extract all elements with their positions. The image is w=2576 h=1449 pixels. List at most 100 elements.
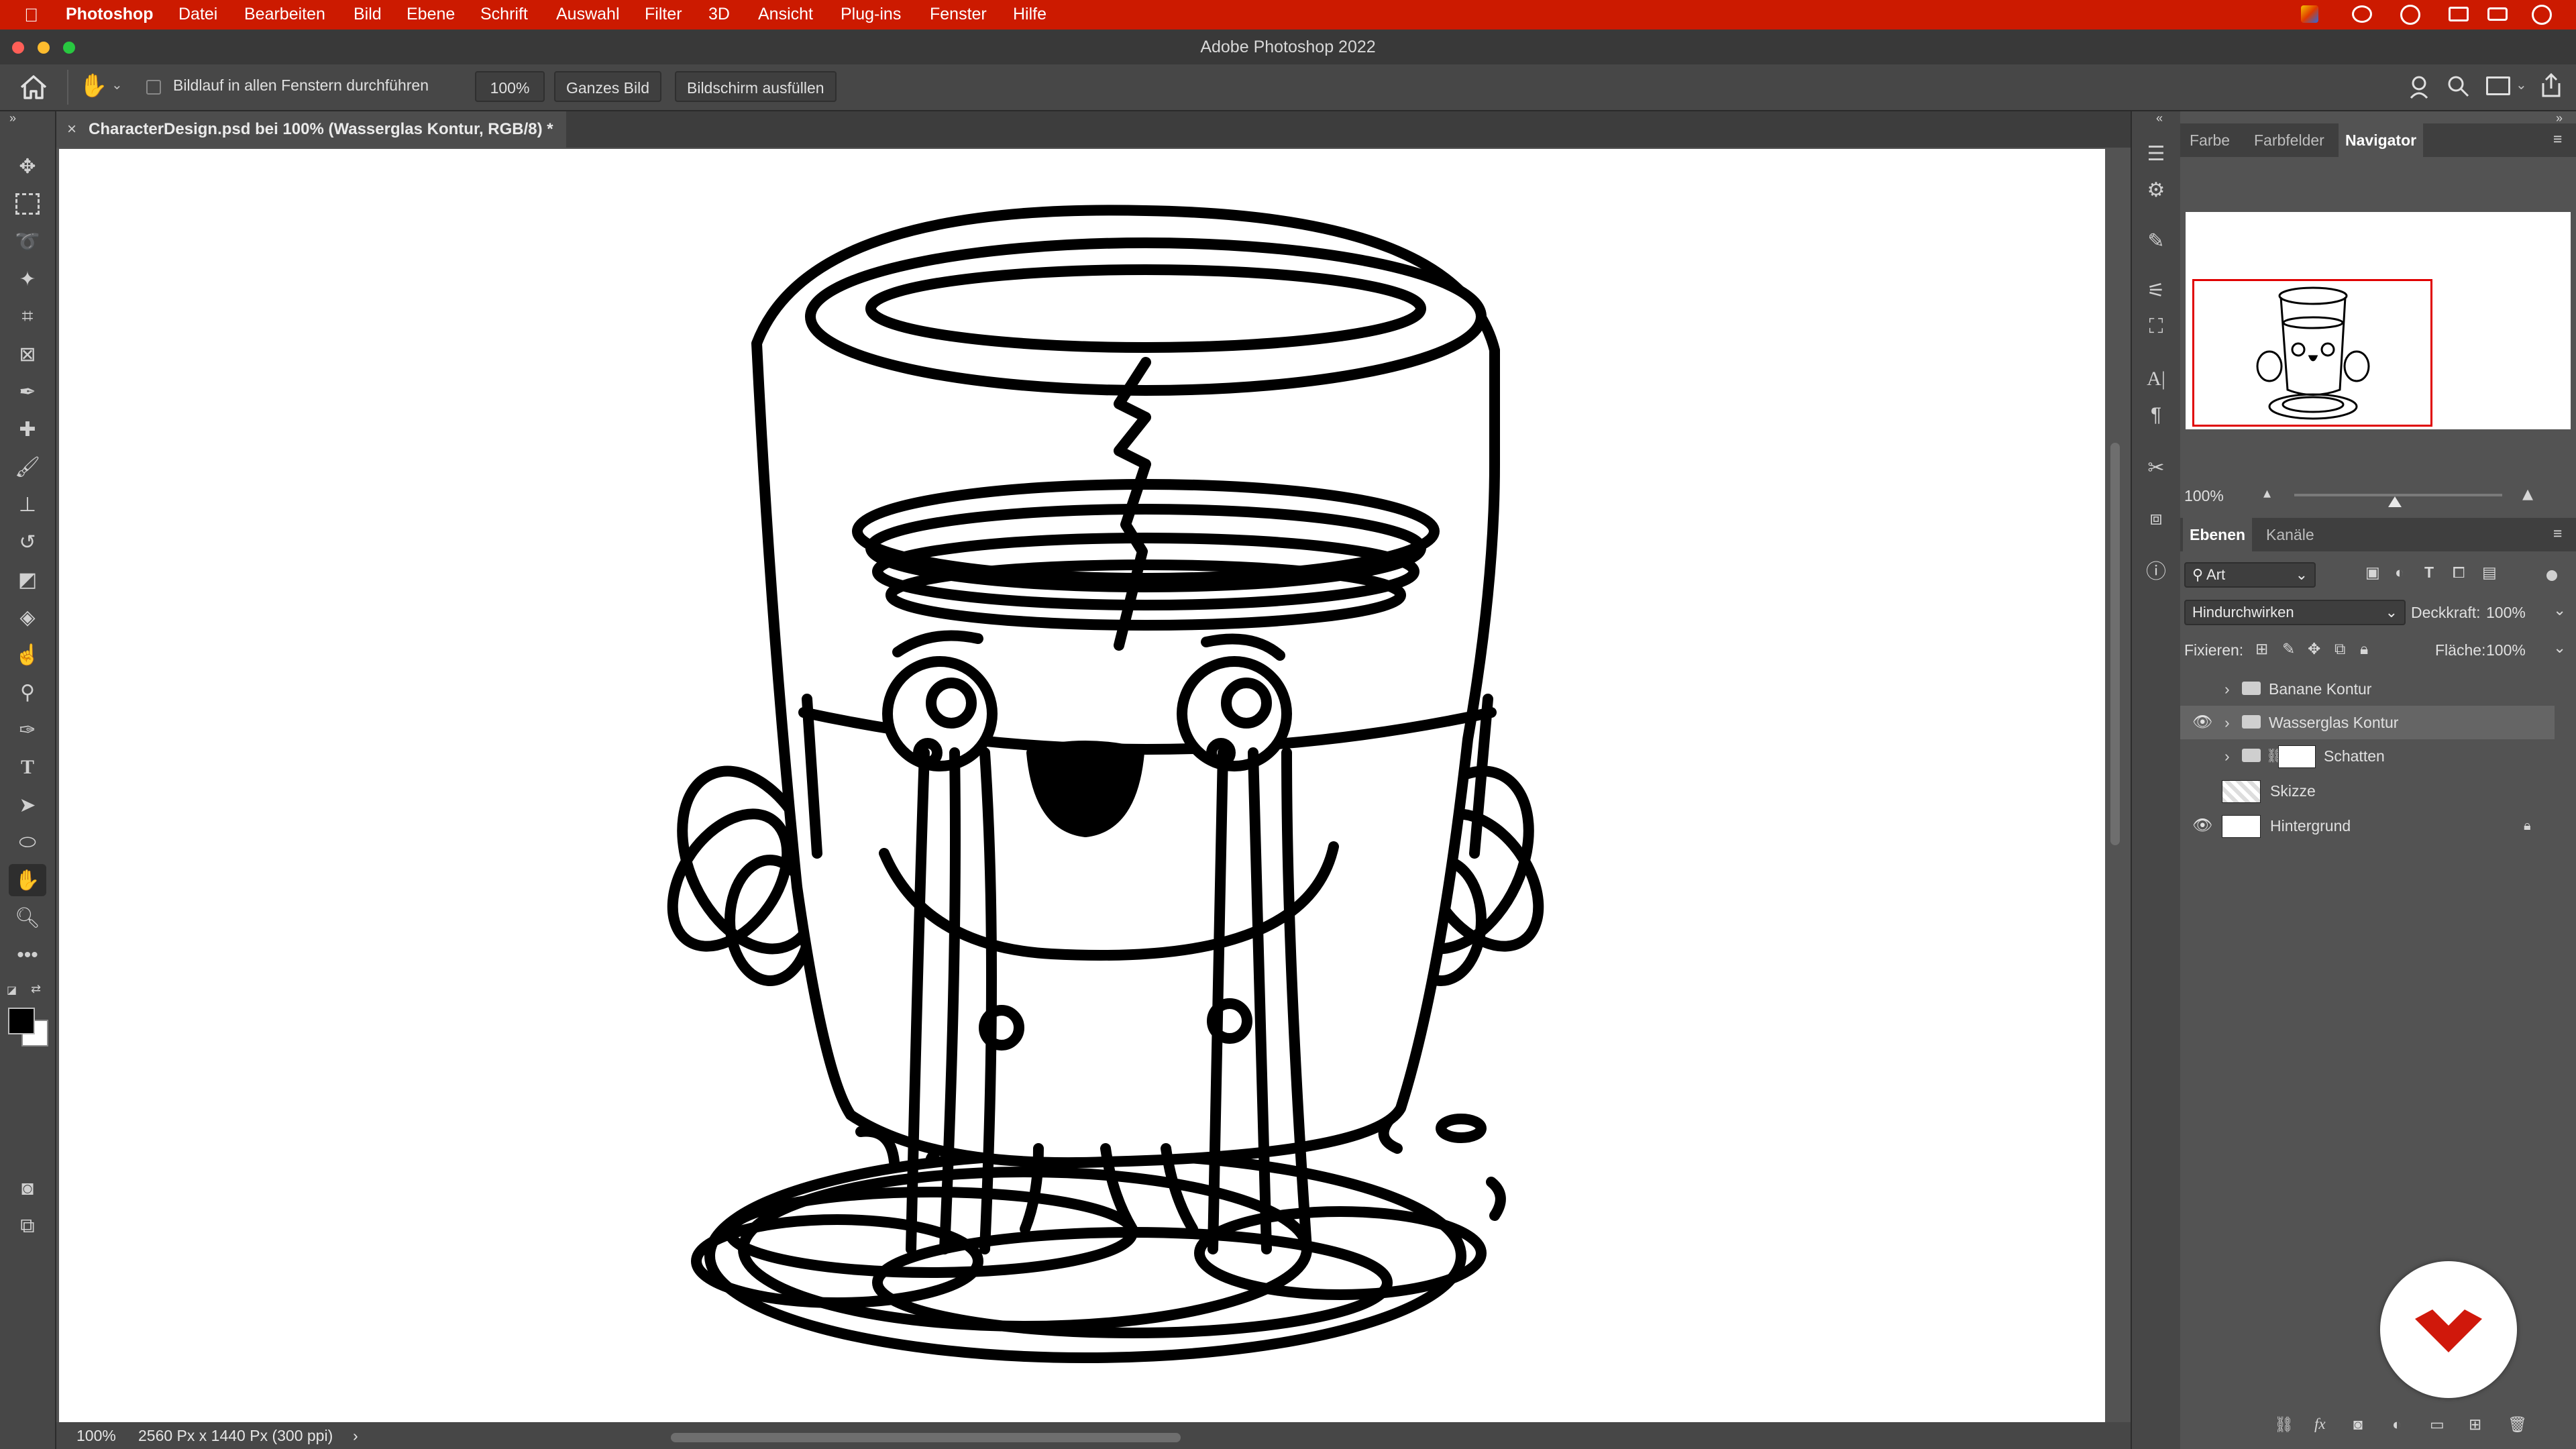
eyedropper-tool-icon[interactable]: ✒ bbox=[9, 376, 46, 408]
close-window-button[interactable] bbox=[12, 42, 24, 54]
filter-smart-object-icon[interactable]: ▤ bbox=[2482, 564, 2497, 582]
fill-value[interactable]: 100% bbox=[2486, 641, 2526, 659]
adjustments-panel-icon[interactable]: ⚙ bbox=[2139, 174, 2174, 205]
document-canvas[interactable] bbox=[59, 149, 2105, 1422]
opacity-value[interactable]: 100% bbox=[2486, 604, 2526, 622]
menu-photoshop[interactable]: Photoshop bbox=[66, 5, 154, 24]
apple-icon[interactable]:  bbox=[24, 5, 38, 26]
lasso-tool-icon[interactable]: ➰ bbox=[9, 225, 46, 258]
menu-filter[interactable]: Filter bbox=[645, 5, 682, 24]
panel-menu-icon[interactable]: ≡ bbox=[2553, 130, 2562, 148]
libraries-panel-icon[interactable]: ⧈ bbox=[2139, 503, 2174, 534]
adjustment-layer-icon[interactable]: ◐ bbox=[2392, 1415, 2402, 1434]
tab-farbfelder[interactable]: Farbfelder bbox=[2247, 123, 2331, 157]
info-panel-icon[interactable]: ⓘ bbox=[2139, 554, 2174, 585]
navigator-preview[interactable] bbox=[2186, 212, 2571, 429]
workspace-icon[interactable] bbox=[2486, 76, 2510, 95]
visibility-eye-icon[interactable]: 👁︎ bbox=[2192, 706, 2212, 739]
new-group-icon[interactable]: ▭ bbox=[2430, 1415, 2445, 1434]
tab-kanaele[interactable]: Kanäle bbox=[2259, 518, 2321, 551]
menu-fenster[interactable]: Fenster bbox=[930, 5, 987, 24]
clone-source-panel-icon[interactable]: ⛶ bbox=[2139, 311, 2174, 342]
home-icon[interactable] bbox=[19, 74, 48, 101]
swap-colors-icon[interactable]: ⇄ bbox=[31, 982, 41, 996]
sync-icon[interactable] bbox=[2400, 5, 2420, 25]
status-menu-arrow[interactable]: › bbox=[353, 1422, 358, 1449]
move-tool-icon[interactable]: ✥ bbox=[9, 150, 46, 182]
shape-tool-icon[interactable]: ⬭ bbox=[9, 826, 46, 859]
tab-ebenen[interactable]: Ebenen bbox=[2183, 518, 2253, 551]
fill-screen-button[interactable]: Bildschirm ausfüllen bbox=[675, 71, 837, 102]
more-tools-icon[interactable]: ••• bbox=[9, 939, 46, 971]
type-tool-icon[interactable]: T bbox=[9, 751, 46, 784]
layer-row-banane-kontur[interactable]: › Banane Kontur bbox=[2180, 672, 2555, 706]
magic-wand-tool-icon[interactable]: ✦ bbox=[9, 263, 46, 295]
fit-screen-button[interactable]: Ganzes Bild bbox=[554, 71, 662, 102]
menu-ebene[interactable]: Ebene bbox=[407, 5, 455, 24]
clock-icon[interactable] bbox=[2532, 5, 2552, 25]
filter-shape-icon[interactable]: ⧠ bbox=[2453, 564, 2465, 582]
tab-farbe[interactable]: Farbe bbox=[2183, 123, 2237, 157]
layer-thumbnail[interactable] bbox=[2222, 815, 2261, 838]
hand-tool-icon[interactable]: ✋ bbox=[9, 864, 46, 896]
lock-transparent-icon[interactable]: ⊞ bbox=[2255, 640, 2268, 658]
chevron-down-icon[interactable]: ⌄ bbox=[111, 76, 123, 93]
search-icon[interactable] bbox=[2447, 75, 2470, 102]
tools-panel-icon[interactable]: ✂ bbox=[2139, 452, 2174, 483]
layer-filter-select[interactable]: ⚲ Art ⌄ bbox=[2184, 562, 2316, 588]
horizontal-scrollbar-thumb[interactable] bbox=[671, 1433, 1181, 1442]
menu-schrift[interactable]: Schrift bbox=[480, 5, 528, 24]
filter-adjustment-icon[interactable]: ◐ bbox=[2395, 564, 2404, 582]
expand-group-icon[interactable]: › bbox=[2224, 739, 2230, 773]
navigator-zoom-slider-handle[interactable] bbox=[2388, 496, 2402, 507]
properties-panel-icon[interactable]: ☰ bbox=[2139, 138, 2174, 169]
layer-thumbnail[interactable] bbox=[2222, 780, 2261, 803]
layer-row-skizze[interactable]: Skizze bbox=[2180, 774, 2555, 808]
chevron-down-icon[interactable]: ⌄ bbox=[2553, 601, 2566, 619]
mask-thumbnail[interactable] bbox=[2278, 745, 2316, 768]
sliders-panel-icon[interactable]: ⚟ bbox=[2139, 275, 2174, 306]
delete-layer-icon[interactable]: 🗑︎ bbox=[2508, 1415, 2527, 1434]
layer-row-schatten[interactable]: › ⛓ Schatten bbox=[2180, 739, 2555, 773]
close-tab-icon[interactable]: × bbox=[67, 111, 76, 148]
character-panel-icon[interactable]: A| bbox=[2139, 364, 2174, 394]
blend-mode-select[interactable]: Hindurchwirken ⌄ bbox=[2184, 600, 2406, 625]
foreground-color-swatch[interactable] bbox=[8, 1008, 35, 1034]
paragraph-panel-icon[interactable]: ¶ bbox=[2139, 400, 2174, 431]
layer-row-wasserglas-kontur[interactable]: 👁︎ › Wasserglas Kontur bbox=[2180, 706, 2555, 739]
brush-tool-icon[interactable]: 🖌 bbox=[9, 451, 46, 483]
menu-hilfe[interactable]: Hilfe bbox=[1013, 5, 1046, 24]
marquee-tool-icon[interactable] bbox=[9, 188, 46, 220]
smudge-tool-icon[interactable]: ☝ bbox=[9, 639, 46, 671]
chevron-down-icon[interactable]: ⌄ bbox=[2553, 639, 2566, 657]
filter-toggle-icon[interactable] bbox=[2546, 570, 2557, 581]
collapse-icons-icon[interactable]: « bbox=[2156, 111, 2163, 125]
scroll-all-windows-checkbox[interactable] bbox=[146, 80, 161, 95]
visibility-eye-icon[interactable]: 👁︎ bbox=[2192, 809, 2212, 843]
zoom-100-button[interactable]: 100% bbox=[475, 71, 545, 102]
path-selection-tool-icon[interactable]: ➤ bbox=[9, 789, 46, 821]
minimize-window-button[interactable] bbox=[38, 42, 50, 54]
lock-position-icon[interactable]: ✥ bbox=[2308, 640, 2320, 658]
filter-pixel-icon[interactable]: ▣ bbox=[2365, 564, 2380, 582]
menu-datei[interactable]: Datei bbox=[178, 5, 217, 24]
add-mask-icon[interactable]: ◙ bbox=[2353, 1415, 2363, 1434]
crop-tool-icon[interactable]: ⌗ bbox=[9, 301, 46, 333]
history-brush-tool-icon[interactable]: ↺ bbox=[9, 526, 46, 558]
zoom-tool-icon[interactable]: 🔍︎ bbox=[9, 902, 46, 934]
quick-mask-icon[interactable]: ◙ bbox=[9, 1173, 46, 1205]
zoom-in-icon[interactable]: ▴ bbox=[2522, 480, 2533, 506]
frame-tool-icon[interactable]: ⊠ bbox=[9, 338, 46, 370]
lock-image-icon[interactable]: ✎ bbox=[2282, 640, 2295, 658]
vertical-scrollbar-thumb[interactable] bbox=[2110, 443, 2120, 845]
menu-ansicht[interactable]: Ansicht bbox=[758, 5, 813, 24]
new-layer-icon[interactable]: ⊞ bbox=[2469, 1415, 2481, 1434]
battery-icon[interactable] bbox=[2487, 7, 2508, 21]
panel-menu-icon[interactable]: ≡ bbox=[2553, 525, 2562, 543]
expand-group-icon[interactable]: › bbox=[2224, 706, 2230, 739]
menu-plugins[interactable]: Plug-ins bbox=[841, 5, 901, 24]
screen-mode-icon[interactable]: ⧉ bbox=[9, 1210, 46, 1242]
fx-icon[interactable]: fx bbox=[2314, 1415, 2326, 1433]
pen-tool-icon[interactable]: ✑ bbox=[9, 714, 46, 746]
default-colors-icon[interactable]: ◪ bbox=[7, 983, 17, 997]
